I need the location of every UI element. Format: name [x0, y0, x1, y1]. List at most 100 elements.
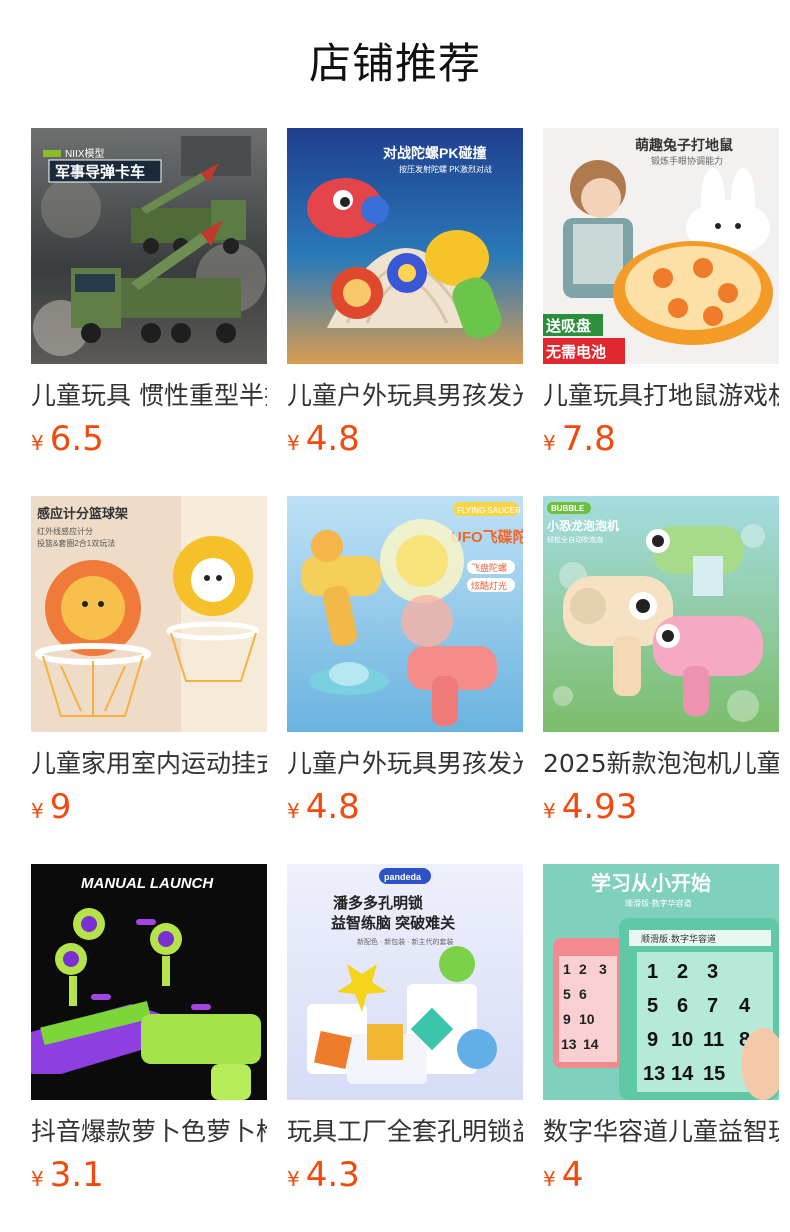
- svg-text:5: 5: [647, 995, 658, 1017]
- svg-text:轻松全自动吹泡泡: 轻松全自动吹泡泡: [547, 535, 603, 544]
- svg-text:6: 6: [579, 986, 587, 1002]
- product-name[interactable]: 儿童玩具打地鼠游戏机萌趣兔子: [543, 379, 779, 413]
- svg-text:1: 1: [563, 961, 571, 977]
- product-price: ¥9: [31, 785, 267, 829]
- svg-text:10: 10: [671, 1029, 693, 1051]
- svg-text:9: 9: [563, 1011, 571, 1027]
- basketball-hoop-image[interactable]: 感应计分篮球架 红外线感应计分 投篮&套圈2合1双玩法: [31, 496, 267, 732]
- svg-text:锻炼手眼协调能力: 锻炼手眼协调能力: [651, 155, 723, 166]
- currency-symbol: ¥: [543, 1167, 556, 1191]
- product-name[interactable]: 数字华容道儿童益智玩具: [543, 1115, 779, 1149]
- product-name[interactable]: 儿童户外玩具男孩发光陀螺对战: [287, 379, 523, 413]
- svg-text:萌趣兔子打地鼠: 萌趣兔子打地鼠: [635, 137, 733, 153]
- svg-text:FLYING SAUCER: FLYING SAUCER: [457, 506, 521, 515]
- currency-symbol: ¥: [31, 431, 44, 455]
- price-value: 4.93: [561, 787, 638, 827]
- ufo-launcher-image[interactable]: FLYING SAUCER UFO飞碟陀螺枪 飞盘陀螺 炫酷灯光: [287, 496, 523, 732]
- product-name[interactable]: 儿童家用室内运动挂式篮球架: [31, 747, 267, 781]
- product-card[interactable]: 学习从小开始 顺滑版·数字华容道 123 56 9 10 13 14 顺滑版·数字华…: [543, 864, 779, 1232]
- product-price: ¥4: [543, 1153, 779, 1197]
- number-slide-puzzle-image[interactable]: 学习从小开始 顺滑版·数字华容道 123 56 9 10 13 14 顺滑版·数字华…: [543, 864, 779, 1100]
- product-card[interactable]: MANUAL LAUNCH 抖音爆款萝卜色萝卜 ¥ 3.1: [31, 864, 267, 1232]
- product-card[interactable]: 感应计分篮球架 红外线感应计分 投篮&套圈2合1双玩法 儿童家用室内运动挂 ¥ …: [31, 496, 267, 864]
- price-value: 6.5: [49, 419, 104, 459]
- svg-text:飞盘陀螺: 飞盘陀螺: [471, 562, 507, 573]
- price-value: 7.8: [561, 419, 616, 459]
- price-value: 4.8: [305, 419, 360, 459]
- product-price: ¥4.3: [287, 1153, 523, 1197]
- currency-symbol: ¥: [287, 799, 300, 823]
- svg-text:潘多多孔明锁: 潘多多孔明锁: [333, 894, 423, 912]
- product-card[interactable]: BUBBLE 小恐龙泡泡机 轻松全自动吹泡泡 2025新款泡泡机儿童 ¥ 4.9…: [543, 496, 779, 864]
- svg-text:14: 14: [671, 1063, 694, 1085]
- currency-symbol: ¥: [31, 1167, 44, 1191]
- svg-text:感应计分篮球架: 感应计分篮球架: [37, 506, 128, 521]
- svg-text:军事导弹卡车: 军事导弹卡车: [55, 163, 145, 181]
- svg-text:益智练脑 突破难关: 益智练脑 突破难关: [331, 914, 455, 932]
- svg-text:2: 2: [677, 961, 688, 983]
- svg-text:NIIX模型: NIIX模型: [65, 147, 104, 160]
- product-card[interactable]: FLYING SAUCER UFO飞碟陀螺枪 飞盘陀螺 炫酷灯光: [287, 496, 523, 864]
- svg-text:3: 3: [707, 961, 718, 983]
- product-card[interactable]: 对战陀螺PK碰撞 按压发射陀螺 PK激烈对战 儿童户外玩具男孩发 ¥ 4.8: [287, 128, 523, 496]
- svg-text:无需电池: 无需电池: [545, 343, 606, 361]
- product-name[interactable]: 2025新款泡泡机儿童小恐龙: [543, 747, 779, 781]
- svg-text:9: 9: [647, 1029, 658, 1051]
- currency-symbol: ¥: [287, 1167, 300, 1191]
- svg-text:2: 2: [579, 961, 587, 977]
- svg-text:MANUAL LAUNCH: MANUAL LAUNCH: [81, 875, 214, 892]
- product-price: ¥4.8: [287, 785, 523, 829]
- carrot-gun-image[interactable]: MANUAL LAUNCH: [31, 864, 267, 1100]
- whack-a-mole-image[interactable]: 萌趣兔子打地鼠 锻炼手眼协调能力 送吸盘 无需电池: [543, 128, 779, 364]
- svg-text:对战陀螺PK碰撞: 对战陀螺PK碰撞: [383, 145, 486, 161]
- svg-text:BUBBLE: BUBBLE: [551, 504, 585, 513]
- product-price: ¥7.8: [543, 417, 779, 461]
- svg-text:11: 11: [703, 1029, 724, 1051]
- svg-text:13: 13: [561, 1036, 577, 1052]
- svg-text:红外线感应计分: 红外线感应计分: [37, 526, 93, 536]
- product-card[interactable]: NIIX模型 军事导弹卡车 儿童玩具 惯性重型半 ¥ 6.5: [31, 128, 267, 496]
- store-recommendations-page: 店铺推荐 NIIX模型 军事导弹卡车 儿童玩具 惯性重型半 ¥ 6.5 对战陀螺…: [0, 0, 790, 1232]
- missile-truck-image[interactable]: NIIX模型 军事导弹卡车: [31, 128, 267, 364]
- svg-text:学习从小开始: 学习从小开始: [591, 871, 711, 895]
- svg-text:顺滑版·数字华容道: 顺滑版·数字华容道: [641, 933, 716, 944]
- svg-text:15: 15: [703, 1063, 725, 1085]
- product-price: ¥4.93: [543, 785, 779, 829]
- svg-text:顺滑版·数字华容道: 顺滑版·数字华容道: [625, 898, 692, 908]
- product-name[interactable]: 玩具工厂全套孔明锁益智玩具: [287, 1115, 523, 1149]
- svg-text:10: 10: [579, 1011, 595, 1027]
- product-card[interactable]: pandeda 潘多多孔明锁 益智练脑 突破难关 新配色 · 新包装 · 新主代…: [287, 864, 523, 1232]
- product-card[interactable]: 萌趣兔子打地鼠 锻炼手眼协调能力 送吸盘 无需电池 儿童玩具打地鼠游戏 ¥ 7.…: [543, 128, 779, 496]
- puzzle-lock-image[interactable]: pandeda 潘多多孔明锁 益智练脑 突破难关 新配色 · 新包装 · 新主代…: [287, 864, 523, 1100]
- svg-text:6: 6: [677, 995, 688, 1017]
- price-value: 3.1: [49, 1155, 104, 1195]
- product-name[interactable]: 抖音爆款萝卜色萝卜枪玩具: [31, 1115, 267, 1149]
- currency-symbol: ¥: [287, 431, 300, 455]
- currency-symbol: ¥: [543, 431, 556, 455]
- svg-text:1: 1: [647, 961, 658, 983]
- product-price: ¥4.8: [287, 417, 523, 461]
- svg-text:14: 14: [583, 1036, 599, 1052]
- currency-symbol: ¥: [543, 799, 556, 823]
- svg-text:炫酷灯光: 炫酷灯光: [471, 580, 507, 591]
- price-value: 4.3: [305, 1155, 360, 1195]
- svg-text:小恐龙泡泡机: 小恐龙泡泡机: [547, 518, 619, 533]
- svg-text:送吸盘: 送吸盘: [545, 317, 591, 335]
- svg-text:13: 13: [643, 1063, 665, 1085]
- svg-text:投篮&套圈2合1双玩法: 投篮&套圈2合1双玩法: [37, 538, 115, 548]
- svg-text:7: 7: [707, 995, 718, 1017]
- svg-text:pandeda: pandeda: [384, 872, 422, 882]
- svg-text:4: 4: [739, 995, 751, 1017]
- price-value: 4: [561, 1155, 584, 1195]
- svg-text:新配色 · 新包装 · 新主代的套装: 新配色 · 新包装 · 新主代的套装: [357, 937, 453, 946]
- product-name[interactable]: 儿童户外玩具男孩发光UFO飞碟陀螺枪: [287, 747, 523, 781]
- page-title: 店铺推荐: [308, 39, 481, 88]
- svg-text:UFO飞碟陀螺枪: UFO飞碟陀螺枪: [451, 528, 523, 546]
- price-value: 9: [49, 787, 72, 827]
- spinning-top-image[interactable]: 对战陀螺PK碰撞 按压发射陀螺 PK激烈对战: [287, 128, 523, 364]
- bubble-gun-image[interactable]: BUBBLE 小恐龙泡泡机 轻松全自动吹泡泡: [543, 496, 779, 732]
- product-price: ¥6.5: [31, 417, 267, 461]
- price-value: 4.8: [305, 787, 360, 827]
- product-name[interactable]: 儿童玩具 惯性重型半挂军事导弹卡车: [31, 379, 267, 413]
- product-grid: NIIX模型 军事导弹卡车 儿童玩具 惯性重型半 ¥ 6.5 对战陀螺PK碰撞 …: [31, 128, 790, 1232]
